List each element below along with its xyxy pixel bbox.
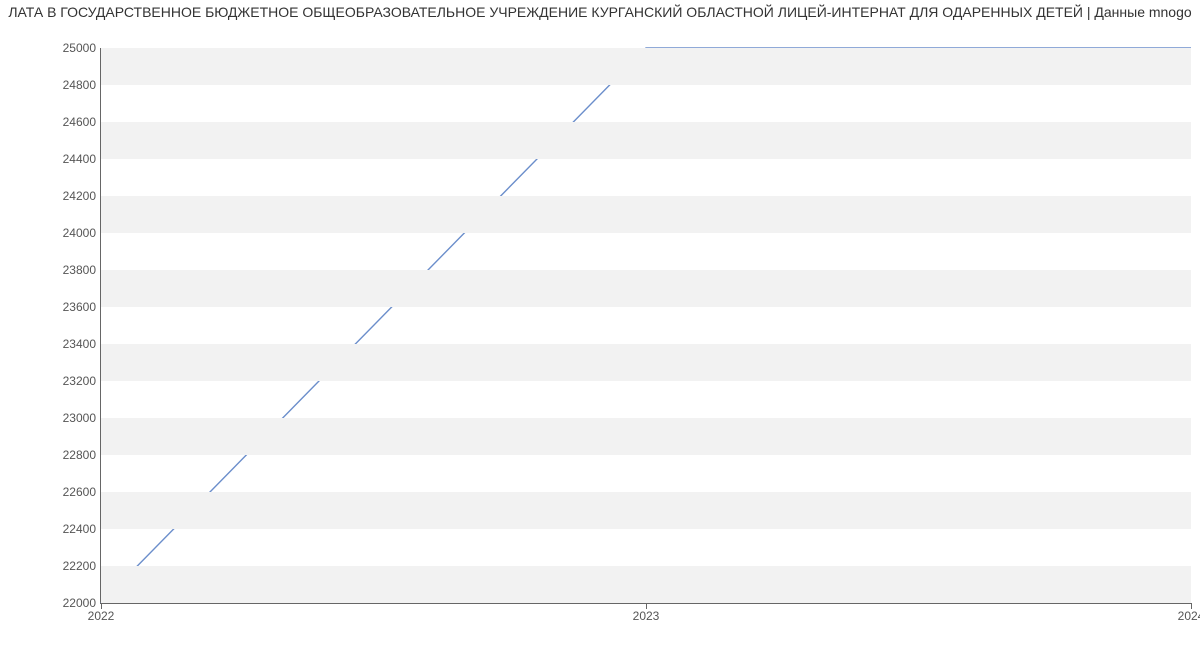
- y-tick-label: 22600: [6, 485, 96, 499]
- grid-band: [101, 196, 1191, 233]
- x-tick-label: 2022: [88, 609, 115, 623]
- x-tick-label: 2024: [1178, 609, 1200, 623]
- x-tick-label: 2023: [633, 609, 660, 623]
- grid-band: [101, 418, 1191, 455]
- y-tick-label: 23200: [6, 374, 96, 388]
- y-tick-label: 24800: [6, 78, 96, 92]
- y-tick-label: 22200: [6, 559, 96, 573]
- y-tick-label: 24200: [6, 189, 96, 203]
- y-tick-label: 23800: [6, 263, 96, 277]
- grid-band: [101, 270, 1191, 307]
- y-tick-label: 22800: [6, 448, 96, 462]
- grid-band: [101, 566, 1191, 603]
- y-tick-label: 22000: [6, 596, 96, 610]
- y-tick-label: 25000: [6, 41, 96, 55]
- chart-title: ЛАТА В ГОСУДАРСТВЕННОЕ БЮДЖЕТНОЕ ОБЩЕОБР…: [0, 0, 1200, 20]
- plot-area: 202220232024: [100, 48, 1191, 604]
- y-tick-label: 24400: [6, 152, 96, 166]
- y-tick-label: 22400: [6, 522, 96, 536]
- y-tick-label: 23000: [6, 411, 96, 425]
- grid-band: [101, 122, 1191, 159]
- y-tick-label: 24600: [6, 115, 96, 129]
- grid-band: [101, 492, 1191, 529]
- grid-band: [101, 344, 1191, 381]
- y-tick-label: 24000: [6, 226, 96, 240]
- y-tick-label: 23400: [6, 337, 96, 351]
- grid-band: [101, 48, 1191, 85]
- chart-container: 202220232024 220002220022400226002280023…: [0, 28, 1200, 638]
- y-tick-label: 23600: [6, 300, 96, 314]
